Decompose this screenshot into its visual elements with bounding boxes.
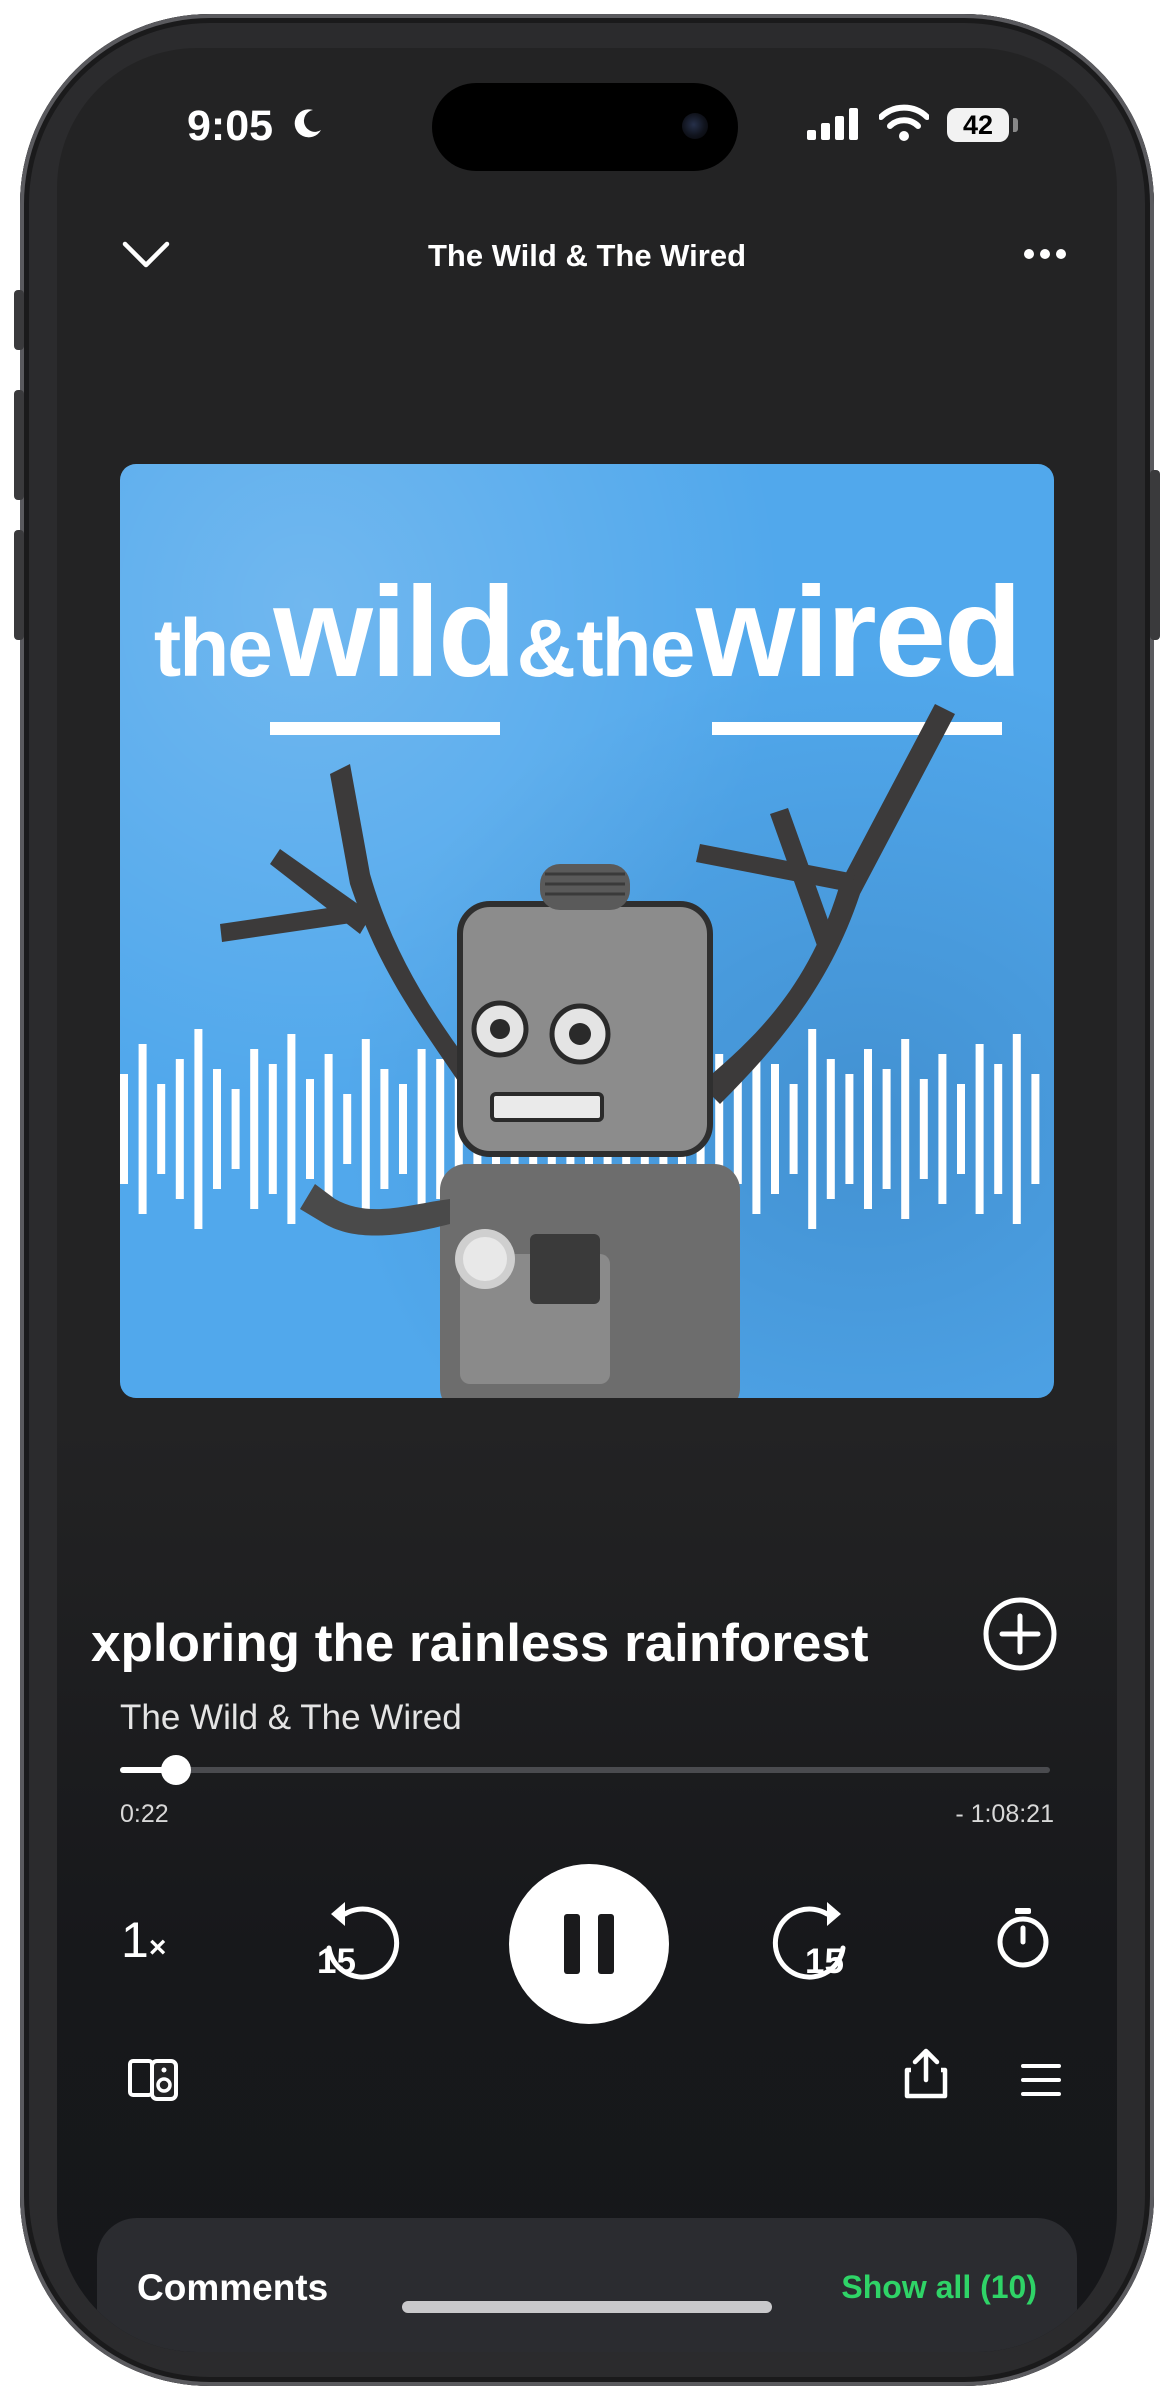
waveform-bar <box>808 1029 817 1229</box>
skip-forward-seconds: 15 <box>805 1942 844 1981</box>
playback-speed-button[interactable]: 1× <box>121 1911 166 1969</box>
volume-up-button <box>14 390 24 500</box>
connect-device-icon[interactable] <box>127 2058 179 2102</box>
sleep-timer-icon[interactable] <box>995 1906 1051 1968</box>
waveform-bar <box>306 1079 314 1179</box>
dynamic-island <box>432 83 738 171</box>
share-icon[interactable] <box>903 2048 949 2100</box>
waveform-bar <box>399 1084 407 1174</box>
waveform-bar <box>287 1034 296 1224</box>
moon-icon <box>294 109 321 138</box>
power-button <box>1150 470 1160 640</box>
more-options-icon[interactable] <box>1023 248 1067 260</box>
skip-forward-button[interactable]: 15 <box>767 1896 857 1986</box>
waveform-bar <box>250 1049 259 1209</box>
action-button <box>14 290 24 350</box>
waveform-bar <box>845 1074 854 1184</box>
wifi-icon <box>879 104 929 141</box>
show-name[interactable]: The Wild & The Wired <box>120 1698 462 1738</box>
waveform-bar <box>324 1054 333 1204</box>
remaining-time: - 1:08:21 <box>955 1800 1054 1828</box>
waveform-bar <box>120 1074 128 1184</box>
home-indicator[interactable] <box>402 2301 772 2313</box>
volume-down-button <box>14 530 24 640</box>
waveform-bar <box>157 1084 166 1174</box>
waveform-bar <box>1031 1074 1040 1184</box>
waveform-bar <box>194 1029 203 1229</box>
progress-track[interactable] <box>120 1767 1050 1773</box>
waveform-bar <box>957 1084 965 1174</box>
artwork-title: the wild & the wired <box>120 559 1054 706</box>
elapsed-time: 0:22 <box>120 1800 169 1828</box>
waveform-bar <box>864 1049 872 1209</box>
waveform-bar <box>938 1054 947 1204</box>
camera-icon <box>682 113 708 139</box>
podcast-title-header: The Wild & The Wired <box>427 238 747 273</box>
skip-back-seconds: 15 <box>317 1942 356 1981</box>
waveform-bar <box>975 1044 984 1214</box>
waveform-bar <box>138 1044 147 1214</box>
pause-button[interactable] <box>509 1864 669 2024</box>
episode-title: xploring the rainless rainforest <box>91 1614 869 1673</box>
waveform-bar <box>733 1074 742 1184</box>
show-all-comments-link[interactable]: Show all (10) <box>841 2269 1037 2306</box>
speed-suffix: × <box>148 1931 167 1964</box>
skip-back-button[interactable]: 15 <box>315 1896 405 1986</box>
waveform-bar <box>268 1064 277 1194</box>
waveform-bar <box>380 1069 389 1189</box>
podcast-artwork: the wild & the wired <box>120 464 1054 1398</box>
waveform-bar <box>175 1059 184 1199</box>
artwork-word-wired: wired <box>695 561 1022 704</box>
waveform-bar <box>417 1049 426 1209</box>
waveform-bar <box>1012 1034 1021 1224</box>
waveform-bar <box>919 1079 928 1179</box>
add-to-library-icon[interactable] <box>982 1596 1058 1672</box>
waveform-bar <box>882 1069 891 1189</box>
artwork-word-ampersand: & <box>516 603 576 694</box>
pause-icon-bar-left <box>564 1914 580 1974</box>
waveform-bar <box>231 1089 240 1169</box>
artwork-word-the: the <box>153 603 273 694</box>
waveform-bar <box>901 1039 910 1219</box>
battery-cap <box>1013 118 1018 132</box>
waveform-bar <box>343 1094 352 1164</box>
waveform-bar <box>213 1069 221 1189</box>
speed-value: 1 <box>121 1912 149 1968</box>
waveform-bar <box>789 1084 798 1174</box>
battery-icon: 42 <box>947 108 1009 142</box>
screen: 9:05 42 The Wild & The Wired the wild & … <box>57 48 1117 2352</box>
waveform-bar <box>361 1039 370 1219</box>
artwork-word-the-2: the <box>576 603 695 694</box>
artwork-word-wild: wild <box>273 561 516 704</box>
comments-label: Comments <box>137 2267 329 2308</box>
waveform-bar <box>752 1044 761 1214</box>
cellular-signal-icon <box>807 108 858 140</box>
waveform-bar <box>771 1064 779 1194</box>
pause-icon-bar-right <box>598 1914 614 1974</box>
queue-icon[interactable] <box>1021 2062 1061 2098</box>
comments-card: Comments Show all (10) <box>97 2218 1077 2352</box>
progress-scrubber[interactable] <box>161 1755 191 1785</box>
waveform-bar <box>826 1059 835 1199</box>
waveform-bar <box>994 1064 1003 1194</box>
status-time: 9:05 <box>187 102 274 150</box>
